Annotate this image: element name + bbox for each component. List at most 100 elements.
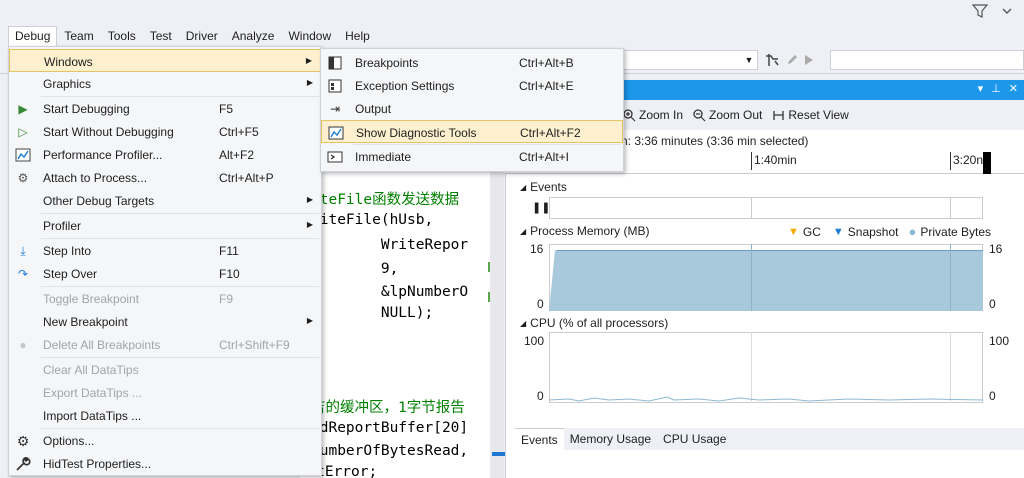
process-combo[interactable] [830, 50, 1024, 70]
memory-label: Process Memory (MB) [530, 224, 650, 238]
menu-item-windows[interactable]: Windows ▶ [9, 49, 321, 72]
menu-item-shortcut: Alt+F2 [219, 148, 255, 162]
menu-item-shortcut: Ctrl+Alt+B [519, 56, 574, 70]
menu-item-shortcut: Ctrl+Alt+I [519, 150, 570, 164]
menu-item-start-without-debugging[interactable]: ▷ Start Without Debugging Ctrl+F5 [9, 120, 321, 143]
menu-item-exception-settings[interactable]: Exception Settings Ctrl+Alt+E [321, 74, 623, 97]
menu-item-new-breakpoint[interactable]: New Breakpoint ▶ [9, 310, 321, 333]
window-position-icon[interactable]: ▾ [978, 82, 984, 98]
gc-marker-icon: ▼ [788, 225, 799, 238]
menu-item-label: New Breakpoint [43, 315, 128, 329]
filter-icon[interactable] [972, 3, 988, 19]
cpu-ymax-left: 100 [524, 334, 545, 348]
cpu-ymax-right: 100 [989, 334, 1010, 348]
collapse-triangle-icon[interactable]: ◢ [520, 183, 526, 192]
scroll-position-marker [492, 452, 506, 456]
legend-snapshot: Snapshot [847, 224, 899, 239]
events-track[interactable] [549, 197, 983, 219]
menu-item-hidtest-properties[interactable]: HidTest Properties... [9, 452, 321, 475]
events-section-header[interactable]: ◢ Events [520, 180, 567, 194]
menu-item-attach-to-process[interactable]: ⚙ Attach to Process... Ctrl+Alt+P [9, 166, 321, 189]
menu-tools[interactable]: Tools [101, 26, 143, 46]
menu-item-other-debug-targets[interactable]: Other Debug Targets ▶ [9, 189, 321, 212]
pencil-icon[interactable] [786, 54, 798, 66]
legend-private-bytes: Private Bytes [920, 224, 992, 239]
menu-item-label: Breakpoints [355, 56, 419, 70]
thread-icon[interactable] [764, 52, 780, 68]
tab-events[interactable]: Events [515, 428, 564, 450]
menu-item-output[interactable]: ⇥ Output [321, 97, 623, 120]
tab-memory-usage[interactable]: Memory Usage [564, 428, 657, 450]
grid-divider [751, 244, 752, 311]
immediate-icon [327, 151, 343, 163]
menu-driver[interactable]: Driver [179, 26, 225, 46]
timeline-selection-handle[interactable] [983, 152, 991, 174]
menu-item-shortcut: Ctrl+F5 [219, 125, 259, 139]
expand-caret-icon[interactable] [1000, 4, 1014, 18]
menu-test[interactable]: Test [143, 26, 179, 46]
zoom-out-button[interactable]: Zoom Out [693, 108, 762, 122]
memory-ymax-left: 16 [530, 242, 544, 256]
reset-view-label: Reset View [788, 108, 849, 122]
zoom-out-label: Zoom Out [709, 108, 763, 122]
cpu-label: CPU (% of all processors) [530, 316, 669, 330]
cpu-section-header[interactable]: ◢ CPU (% of all processors) [520, 316, 668, 330]
menu-item-import-datatips[interactable]: Import DataTips ... [9, 404, 321, 427]
menu-debug[interactable]: Debug [8, 26, 58, 46]
menu-item-step-over[interactable]: ↷ Step Over F10 [9, 262, 321, 285]
zoom-in-label: Zoom In [639, 108, 684, 122]
menu-item-start-debugging[interactable]: ▶ Start Debugging F5 [9, 97, 321, 120]
menu-item-label: Windows [44, 55, 93, 69]
chevron-down-icon[interactable]: ▼ [742, 52, 756, 66]
pause-icon[interactable]: ❚❚ [532, 201, 550, 214]
menu-item-label: Step Into [43, 244, 92, 258]
code-line: 9, [311, 261, 399, 277]
menu-item-breakpoints[interactable]: Breakpoints Ctrl+Alt+B [321, 51, 623, 74]
menu-item-label: Exception Settings [355, 79, 455, 93]
output-icon: ⇥ [329, 102, 341, 116]
menu-item-label: Other Debug Targets [43, 194, 155, 208]
reset-view-icon [773, 110, 785, 120]
zoom-in-button[interactable]: Zoom In [623, 108, 683, 122]
menu-item-label: Output [355, 102, 392, 116]
private-bytes-area [555, 250, 983, 311]
code-line: NumberOfBytesRead, [311, 443, 469, 459]
diagnostic-tabs: Events Memory Usage CPU Usage [515, 428, 1024, 450]
gears-icon: ⚙ [17, 171, 29, 185]
play-small-icon[interactable] [804, 54, 814, 66]
menu-item-toggle-breakpoint: Toggle Breakpoint F9 [9, 287, 321, 310]
menu-analyze[interactable]: Analyze [225, 26, 282, 46]
collapse-triangle-icon[interactable]: ◢ [520, 227, 526, 236]
private-bytes-dot-icon: ● [908, 224, 917, 239]
submenu-arrow-icon: ▶ [306, 220, 313, 229]
memory-ymin-left: 0 [537, 297, 544, 311]
timeline-tick [950, 152, 951, 170]
menu-item-label: Import DataTips ... [43, 409, 142, 423]
reset-view-button[interactable]: Reset View [772, 108, 849, 122]
legend-gc: GC [802, 224, 821, 239]
private-bytes-ramp [549, 250, 557, 311]
menu-item-step-into[interactable]: ⤓ Step Into F11 [9, 239, 321, 262]
submenu-arrow-icon: ▶ [305, 56, 312, 65]
menu-window[interactable]: Window [281, 26, 338, 46]
menu-item-label: Delete All Breakpoints [43, 338, 161, 352]
close-icon[interactable]: ✕ [1009, 82, 1018, 98]
grid-divider [950, 197, 951, 219]
menu-item-label: Profiler [43, 219, 82, 233]
menu-item-performance-profiler[interactable]: Performance Profiler... Alt+F2 [9, 143, 321, 166]
menu-item-profiler[interactable]: Profiler ▶ [9, 214, 321, 237]
menu-item-label: Start Without Debugging [43, 125, 174, 139]
memory-section-header[interactable]: ◢ Process Memory (MB) [520, 224, 650, 238]
menu-item-show-diagnostic-tools[interactable]: Show Diagnostic Tools Ctrl+Alt+F2 [321, 120, 623, 143]
menu-item-graphics[interactable]: Graphics ▶ [9, 72, 321, 95]
pin-icon[interactable]: ⊥ [991, 82, 1001, 98]
collapse-triangle-icon[interactable]: ◢ [520, 319, 526, 328]
menu-team[interactable]: Team [57, 26, 100, 46]
menu-help[interactable]: Help [338, 26, 377, 46]
menu-item-immediate[interactable]: Immediate Ctrl+Alt+I [321, 145, 623, 168]
events-label: Events [530, 180, 567, 194]
tab-cpu-usage[interactable]: CPU Usage [657, 428, 732, 450]
snapshot-marker-icon: ▼ [832, 225, 844, 238]
wrench-icon [16, 457, 31, 471]
menu-item-options[interactable]: ⚙ Options... [9, 429, 321, 452]
